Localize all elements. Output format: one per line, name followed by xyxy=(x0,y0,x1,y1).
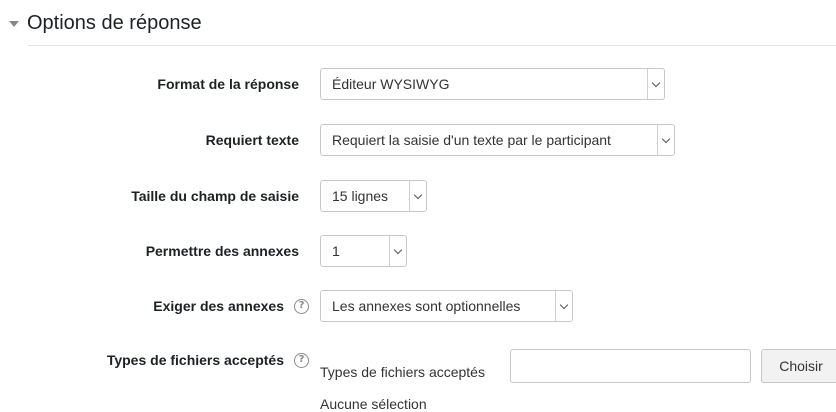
field-attachments-required: Exiger des annexes ? Les annexes sont op… xyxy=(0,288,836,324)
attachments-allowed-value: 1 xyxy=(332,243,340,259)
field-response-format: Format de la réponse Éditeur WYSIWYG xyxy=(0,66,836,102)
chevron-down-icon xyxy=(389,236,406,266)
section-toggle-response-options[interactable]: Options de réponse xyxy=(9,8,202,38)
chevron-down-icon xyxy=(555,291,572,321)
collapse-caret-icon xyxy=(9,21,19,27)
chevron-down-icon xyxy=(657,125,674,155)
require-text-value: Requiert la saisie d'un texte par le par… xyxy=(332,132,611,148)
attachments-required-select[interactable]: Les annexes sont optionnelles xyxy=(320,290,573,322)
section-divider xyxy=(28,45,836,46)
field-attachments-allowed: Permettre des annexes 1 xyxy=(0,233,836,269)
chevron-down-icon xyxy=(647,69,664,99)
no-selection-text: Aucune sélection xyxy=(320,396,427,412)
section-title: Options de réponse xyxy=(27,11,202,34)
attachments-allowed-label: Permettre des annexes xyxy=(145,243,299,259)
attachments-allowed-select[interactable]: 1 xyxy=(320,235,407,267)
require-text-label: Requiert texte xyxy=(205,132,299,148)
field-input-size: Taille du champ de saisie 15 lignes xyxy=(0,178,836,214)
accepted-filetypes-inline-label: Types de fichiers acceptés xyxy=(320,364,485,380)
attachments-required-value: Les annexes sont optionnelles xyxy=(332,298,521,314)
chevron-down-icon xyxy=(409,181,426,211)
attachments-required-label: Exiger des annexes xyxy=(153,298,284,314)
field-require-text: Requiert texte Requiert la saisie d'un t… xyxy=(0,122,836,158)
input-size-select[interactable]: 15 lignes xyxy=(320,180,427,212)
response-format-label: Format de la réponse xyxy=(157,76,299,92)
help-icon[interactable]: ? xyxy=(294,352,309,368)
accepted-filetypes-label: Types de fichiers acceptés xyxy=(106,352,284,368)
field-accepted-filetypes: Types de fichiers acceptés ? Types de fi… xyxy=(0,344,836,383)
input-size-value: 15 lignes xyxy=(332,188,389,204)
choose-button[interactable]: Choisir xyxy=(761,349,836,383)
response-format-value: Éditeur WYSIWYG xyxy=(332,76,450,92)
help-icon[interactable]: ? xyxy=(294,298,309,314)
accepted-filetypes-label-group: Types de fichiers acceptés ? xyxy=(107,344,309,376)
response-format-select[interactable]: Éditeur WYSIWYG xyxy=(320,68,665,100)
require-text-select[interactable]: Requiert la saisie d'un texte par le par… xyxy=(320,124,675,156)
attachments-required-label-group: Exiger des annexes ? xyxy=(153,288,309,324)
accepted-filetypes-input[interactable] xyxy=(510,349,751,383)
input-size-label: Taille du champ de saisie xyxy=(131,188,299,204)
